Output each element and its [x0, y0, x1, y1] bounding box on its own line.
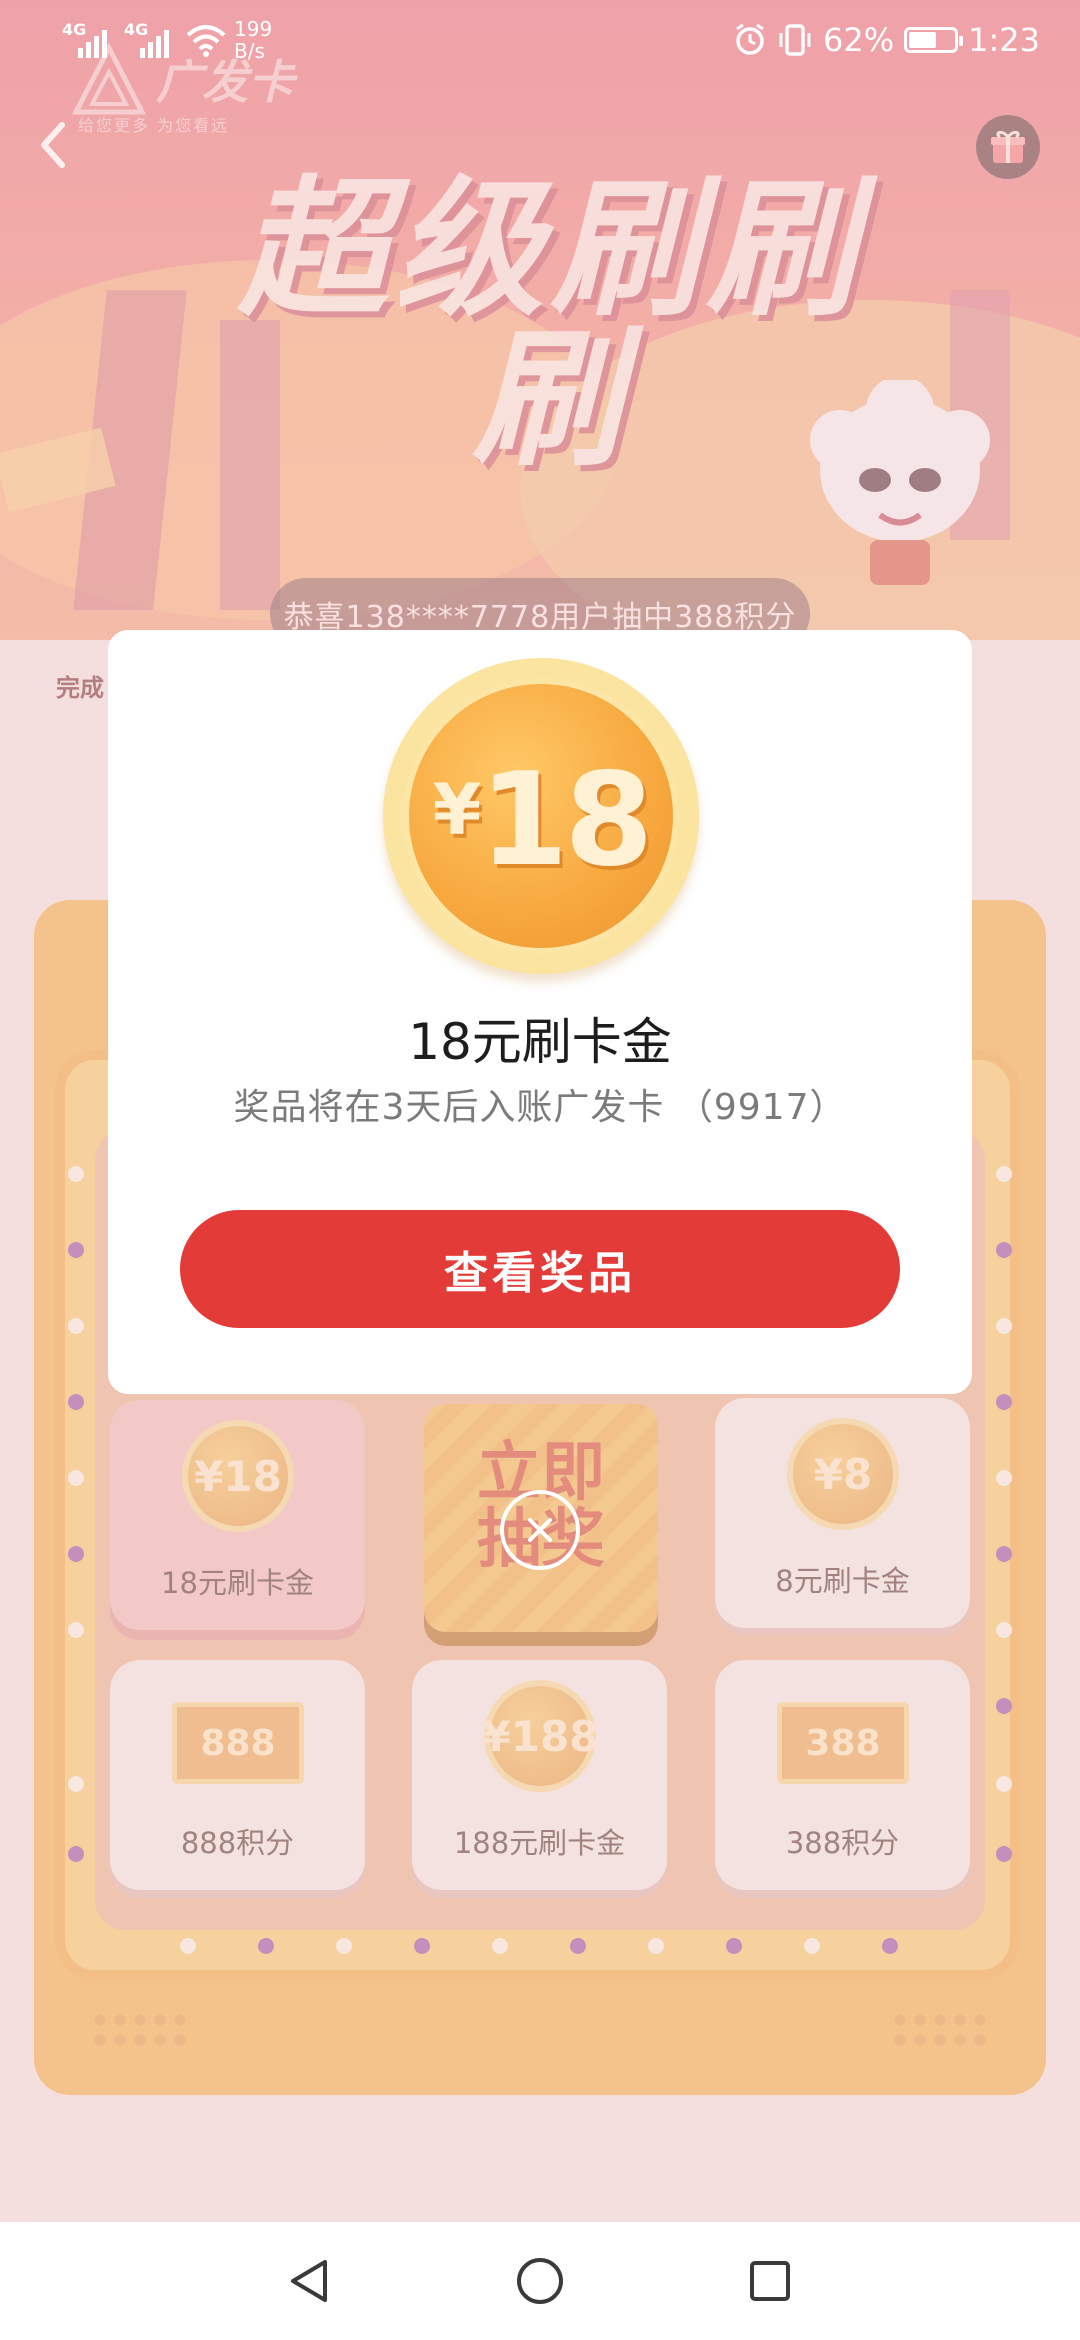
close-dialog-button[interactable] — [500, 1490, 580, 1570]
cellular-signal-icon: 4G — [62, 20, 116, 60]
view-prize-button[interactable]: 查看奖品 — [180, 1210, 900, 1328]
cellular-signal-icon: 4G — [124, 20, 178, 60]
network-speed: 199 B/s — [234, 18, 272, 62]
coin-amount: 18 — [479, 746, 653, 895]
coin-currency-symbol: ¥ — [432, 769, 482, 851]
alarm-icon — [736, 23, 764, 55]
square-recents-icon — [750, 2261, 790, 2301]
prize-title: 18元刷卡金 — [408, 1013, 672, 1071]
nav-home-button[interactable] — [505, 2246, 575, 2316]
triangle-back-icon — [291, 2260, 327, 2302]
prize-coin-icon: ¥18 — [383, 658, 699, 974]
network-speed-unit: B/s — [234, 39, 265, 63]
system-nav-bar — [0, 2222, 1080, 2340]
close-icon — [528, 1518, 552, 1542]
prize-dialog: ¥18 18元刷卡金 奖品将在3天后入账广发卡 （9917） 查看奖品 — [108, 630, 972, 1394]
battery-percent: 62% — [823, 21, 895, 59]
clock: 1:23 — [968, 21, 1040, 59]
nav-back-button[interactable] — [275, 2246, 345, 2316]
prize-subtitle: 奖品将在3天后入账广发卡 （9917） — [233, 1087, 847, 1128]
battery-icon — [904, 27, 964, 53]
status-bar: 4G 4G 199 B/s 62% 1:23 — [0, 0, 1080, 80]
wifi-icon — [186, 25, 226, 57]
network-speed-value: 199 — [234, 17, 273, 41]
circle-home-icon — [517, 2258, 563, 2304]
nav-recents-button[interactable] — [735, 2246, 805, 2316]
vibrate-icon — [779, 24, 811, 56]
